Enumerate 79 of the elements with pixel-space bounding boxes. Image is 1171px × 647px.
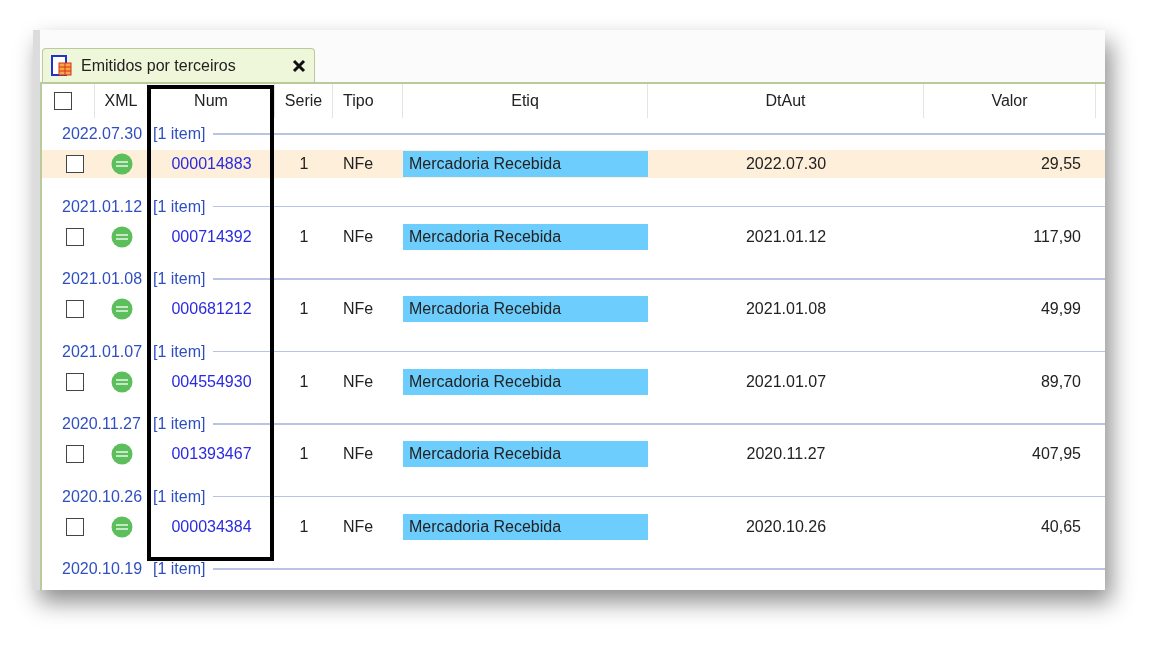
item-count: [1 item] xyxy=(153,270,206,288)
table-cell: NFe xyxy=(343,517,374,536)
group-date[interactable]: 2021.01.07 xyxy=(62,342,145,361)
table-cell: 49,99 xyxy=(1040,300,1081,318)
row-checkbox[interactable] xyxy=(65,227,84,246)
table-cell: 1 xyxy=(299,300,309,318)
table-cell: 29,55 xyxy=(1040,155,1081,173)
label-tag: Mercadoria Recebida xyxy=(403,513,648,540)
item-count: [1 item] xyxy=(153,342,206,361)
row-checkbox[interactable] xyxy=(65,445,84,463)
document-number-link[interactable]: 001393467 xyxy=(171,445,252,463)
table-cell: 407,95 xyxy=(1032,445,1081,463)
label-tag: Mercadoria Recebida xyxy=(403,151,648,177)
column-header[interactable]: Num xyxy=(194,92,228,110)
table-row[interactable]: 000034384 1 NFe Mercadoria Recebida 2020.10.26 40,65 xyxy=(42,512,1105,541)
document-number-link[interactable]: 000681212 xyxy=(171,300,252,318)
label-tag: Mercadoria Recebida xyxy=(403,368,648,395)
column-header[interactable]: DtAut xyxy=(765,92,806,110)
item-count: [1 item] xyxy=(153,197,206,216)
close-icon[interactable] xyxy=(292,58,306,73)
table-cell: 2020.11.27 xyxy=(746,445,826,463)
column-header[interactable]: Etiq xyxy=(511,92,539,110)
table-cell: 1 xyxy=(299,445,309,463)
file-type-icon xyxy=(110,225,133,248)
file-type-icon xyxy=(110,298,133,320)
table-cell: 1 xyxy=(299,372,309,391)
group-date[interactable]: 2020.10.19 xyxy=(62,560,145,578)
column-header[interactable]: XML xyxy=(104,92,138,110)
table-cell: 2020.10.26 xyxy=(745,517,827,536)
group-date[interactable]: 2020.11.27 xyxy=(62,415,145,433)
group-date[interactable]: 2020.10.26 xyxy=(62,487,145,506)
file-type-icon xyxy=(110,370,133,393)
table-cell: NFe xyxy=(343,445,374,463)
label-tag: Mercadoria Recebida xyxy=(403,296,648,322)
table-cell: 2021.01.12 xyxy=(745,227,827,246)
table-cell: NFe xyxy=(343,372,374,391)
table-cell: 2022.07.30 xyxy=(745,155,827,173)
row-checkbox[interactable] xyxy=(65,300,84,318)
table-row[interactable]: 004554930 1 NFe Mercadoria Recebida 2021.01.07 89,70 xyxy=(42,367,1105,396)
file-type-icon xyxy=(110,443,133,465)
row-checkbox[interactable] xyxy=(65,155,84,173)
table-cell: 2021.01.07 xyxy=(745,372,827,391)
file-type-icon xyxy=(110,153,133,175)
table-cell: NFe xyxy=(343,300,374,318)
document-number-link[interactable]: 000714392 xyxy=(171,227,252,246)
table-cell: 1 xyxy=(299,517,309,536)
group-date[interactable]: 2021.01.12 xyxy=(62,197,145,216)
document-number-link[interactable]: 000014883 xyxy=(171,155,252,173)
table-cell: 117,90 xyxy=(1033,227,1081,246)
table-cell: 1 xyxy=(299,227,309,246)
label-tag: Mercadoria Recebida xyxy=(403,223,648,250)
label-tag: Mercadoria Recebida xyxy=(403,441,648,467)
table-cell: 89,70 xyxy=(1040,372,1081,391)
table-row[interactable]: 000714392 1 NFe Mercadoria Recebida 2021.01.12 117,90 xyxy=(42,222,1105,251)
table-cell: NFe xyxy=(343,227,374,246)
table-row[interactable]: 000681212 1 NFe Mercadoria Recebida 2021.01.08 49,99 xyxy=(42,295,1105,323)
column-header[interactable]: Serie xyxy=(284,92,323,110)
column-header[interactable]: Valor xyxy=(991,92,1028,110)
table-icon xyxy=(51,54,73,77)
table-cell: 2021.01.08 xyxy=(745,300,827,318)
tab[interactable]: Emitidos por terceiros xyxy=(42,48,315,82)
item-count: [1 item] xyxy=(153,487,206,506)
table-cell: NFe xyxy=(343,155,374,173)
document-number-link[interactable]: 000034384 xyxy=(171,517,252,536)
table-row[interactable]: 000014883 1 NFe Mercadoria Recebida 2022.07.30 29,55 xyxy=(42,150,1105,178)
group-date[interactable]: 2021.01.08 xyxy=(62,270,145,288)
document-number-link[interactable]: 004554930 xyxy=(171,372,252,391)
column-header[interactable]: Tipo xyxy=(343,92,374,110)
table-cell: 1 xyxy=(299,155,309,173)
row-checkbox[interactable] xyxy=(65,372,84,391)
table-row[interactable]: 001393467 1 NFe Mercadoria Recebida 2020.11.27 407,95 xyxy=(42,440,1105,468)
item-count: [1 item] xyxy=(153,560,206,578)
file-type-icon xyxy=(110,515,133,538)
table-cell: 40,65 xyxy=(1040,517,1081,536)
group-date[interactable]: 2022.07.30 xyxy=(62,125,145,143)
row-checkbox[interactable] xyxy=(65,517,84,536)
item-count: [1 item] xyxy=(153,125,206,143)
item-count: [1 item] xyxy=(153,415,206,433)
select-all-checkbox[interactable] xyxy=(54,92,72,110)
